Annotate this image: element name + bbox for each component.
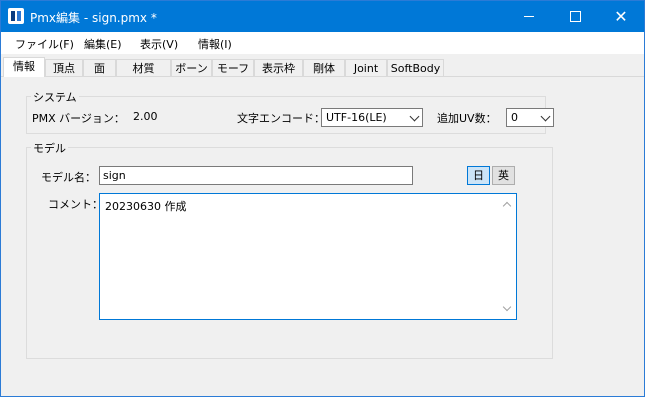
tab-display-frame[interactable]: 表示枠 xyxy=(254,59,303,76)
system-group-title: システム xyxy=(31,89,79,105)
additional-uv-label: 追加UV数： xyxy=(437,112,497,125)
tab-rigid-body[interactable]: 剛体 xyxy=(303,59,345,76)
english-toggle-button[interactable]: 英 xyxy=(492,166,515,185)
comment-scrollbar[interactable] xyxy=(499,194,516,319)
close-button[interactable]: ✕ xyxy=(598,1,644,32)
model-name-input[interactable]: sign xyxy=(99,166,413,185)
pmx-version-label: PMX バージョン： xyxy=(32,112,125,125)
tab-vertex[interactable]: 頂点 xyxy=(45,59,83,76)
menu-view[interactable]: 表示(V) xyxy=(140,36,178,52)
tab-bone[interactable]: ボーン xyxy=(171,59,212,76)
maximize-button[interactable] xyxy=(552,1,598,32)
tab-softbody[interactable]: SoftBody xyxy=(387,59,444,76)
close-icon: ✕ xyxy=(614,6,628,26)
model-name-value: sign xyxy=(103,169,126,182)
tab-face[interactable]: 面 xyxy=(83,59,116,76)
scroll-up-icon[interactable] xyxy=(502,201,512,211)
tab-morph[interactable]: モーフ xyxy=(212,59,254,76)
info-tab-panel: システム PMX バージョン： 2.00 文字エンコード： UTF-16(LE)… xyxy=(1,76,644,396)
japanese-toggle-button[interactable]: 日 xyxy=(467,166,490,185)
encoding-label: 文字エンコード： xyxy=(237,112,325,125)
menu-info[interactable]: 情報(I) xyxy=(198,36,232,52)
minimize-button[interactable] xyxy=(506,1,552,32)
encoding-select[interactable]: UTF-16(LE) xyxy=(321,108,423,127)
encoding-value: UTF-16(LE) xyxy=(326,111,387,124)
menu-edit[interactable]: 編集(E) xyxy=(84,36,122,52)
tab-info[interactable]: 情報 xyxy=(3,57,45,77)
chevron-down-icon xyxy=(540,111,551,122)
menu-bar: ファイル(F) 編集(E) 表示(V) 情報(I) xyxy=(1,32,644,54)
tab-material[interactable]: 材質 xyxy=(116,59,171,76)
chevron-down-icon xyxy=(409,111,420,122)
system-group: システム PMX バージョン： 2.00 文字エンコード： UTF-16(LE)… xyxy=(26,89,554,134)
comment-value: 20230630 作成 xyxy=(105,200,187,213)
model-group-title: モデル xyxy=(31,140,68,156)
minimize-icon xyxy=(524,16,534,17)
tab-joint[interactable]: Joint xyxy=(345,59,387,76)
comment-textarea[interactable]: 20230630 作成 xyxy=(99,193,517,320)
application-window: Pmx編集 - sign.pmx * ✕ ファイル(F) 編集(E) 表示(V)… xyxy=(0,0,645,397)
scroll-down-icon[interactable] xyxy=(502,302,512,312)
maximize-icon xyxy=(569,11,581,22)
model-group: モデル モデル名： sign 日 英 コメント： 20230630 作成 xyxy=(26,140,553,359)
window-title: Pmx編集 - sign.pmx * xyxy=(30,11,157,25)
app-icon xyxy=(8,8,24,24)
additional-uv-select[interactable]: 0 xyxy=(506,108,554,127)
tab-strip: 情報 頂点 面 材質 ボーン モーフ 表示枠 剛体 Joint SoftBody xyxy=(1,57,644,77)
additional-uv-value: 0 xyxy=(511,111,518,124)
model-name-label: モデル名： xyxy=(41,171,96,184)
menu-file[interactable]: ファイル(F) xyxy=(15,36,74,52)
title-bar[interactable]: Pmx編集 - sign.pmx * ✕ xyxy=(1,1,644,32)
comment-label: コメント： xyxy=(48,198,103,211)
pmx-version-value: 2.00 xyxy=(133,110,158,123)
